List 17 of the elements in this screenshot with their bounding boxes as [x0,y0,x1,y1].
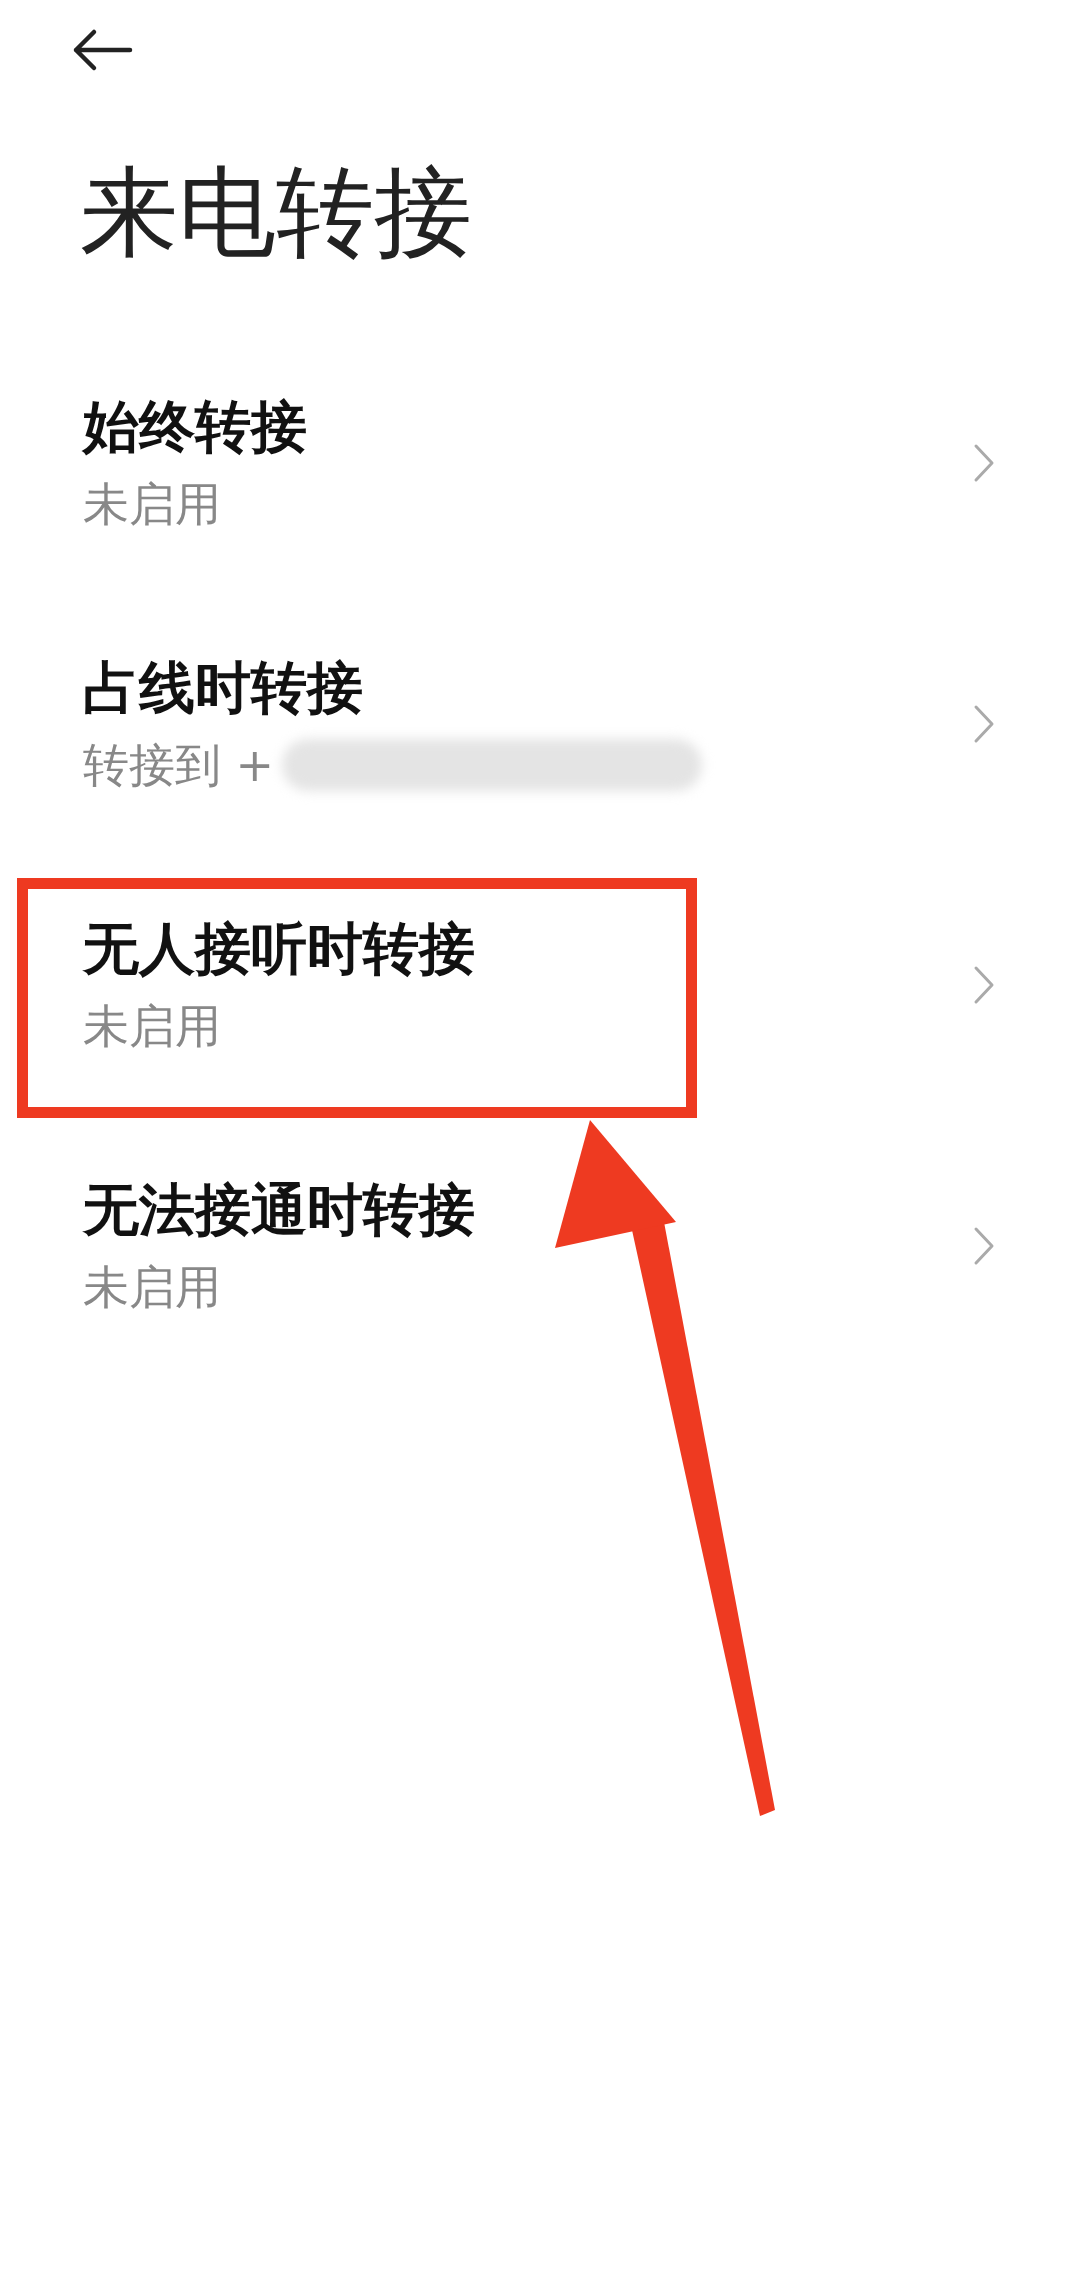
item-subtitle: 未启用 [83,475,221,533]
chevron-right-icon [973,442,995,483]
item-subtitle: 未启用 [83,997,221,1055]
chevron-right-icon [973,1225,995,1266]
item-subtitle: 未启用 [83,1258,221,1316]
settings-item[interactable]: 占线时转接 转接到 + [0,593,1080,854]
settings-item[interactable]: 始终转接 未启用 [0,332,1080,593]
item-title: 始终转接 [83,392,307,461]
settings-item[interactable]: 无法接通时转接 未启用 [0,1115,1080,1376]
page-title: 来电转接 [80,154,472,271]
item-title: 无法接通时转接 [83,1175,475,1244]
item-title: 无人接听时转接 [83,914,475,983]
chevron-right-icon [973,964,995,1005]
chevron-right-icon [973,703,995,744]
item-subtitle: 转接到 + [83,736,275,794]
item-title: 占线时转接 [83,653,363,722]
settings-item[interactable]: 无人接听时转接 未启用 [0,854,1080,1115]
